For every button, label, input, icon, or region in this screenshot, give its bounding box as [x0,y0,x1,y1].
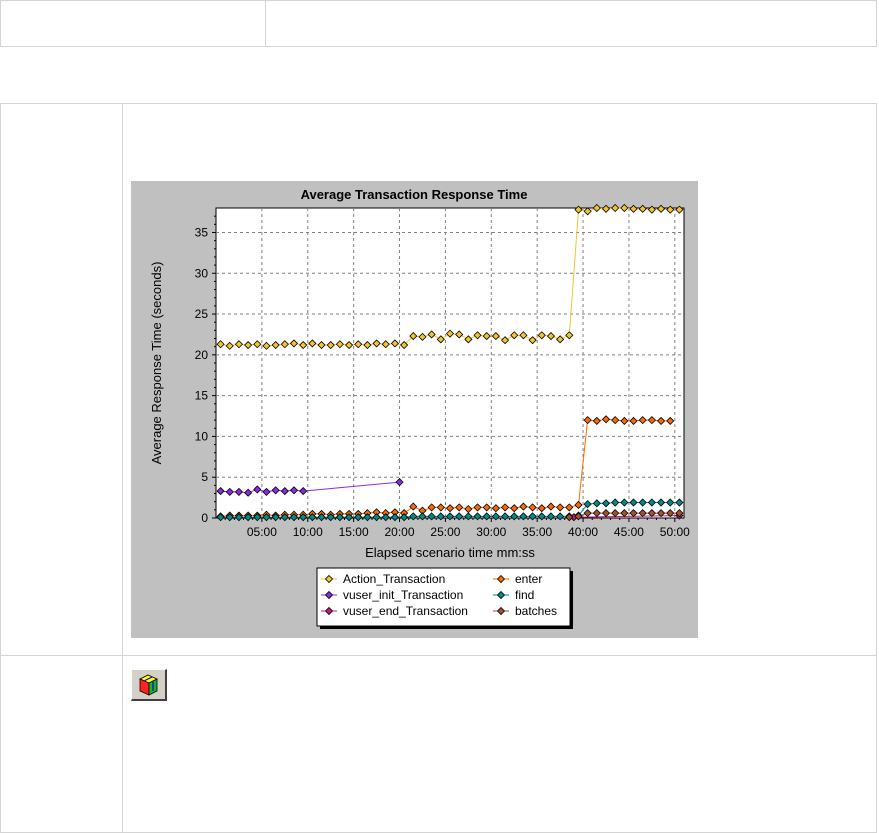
x-tick-label: 30:00 [476,525,506,539]
y-tick-label: 10 [195,429,209,443]
content-table-column-divider [122,104,123,832]
legend-label: batches [515,604,557,618]
y-tick-label: 5 [201,470,208,484]
chart-svg: Average Transaction Response Time 05:00 1… [131,181,698,638]
legend-item: vuser_end_Transaction [321,604,468,618]
x-tick-label: 15:00 [339,525,369,539]
x-tick-label: 50:00 [660,525,690,539]
x-tick-label: 25:00 [430,525,460,539]
toolbar-button[interactable] [131,669,167,701]
header-table [0,0,877,47]
response-time-chart: Average Transaction Response Time 05:00 1… [131,181,698,638]
y-tick-label: 30 [195,266,209,280]
x-tick-label: 10:00 [293,525,323,539]
content-table-row-divider [1,655,876,656]
legend-label: Action_Transaction [343,572,445,586]
chart-title: Average Transaction Response Time [301,187,528,202]
y-tick-label: 35 [195,225,209,239]
y-tick-label: 20 [195,348,209,362]
x-tick-label: 05:00 [247,525,277,539]
y-tick-label: 25 [195,307,209,321]
legend-label: enter [515,572,542,586]
x-tick-label: 40:00 [568,525,598,539]
header-table-divider [265,1,266,46]
plot-area [215,207,685,519]
y-tick-label: 0 [201,511,208,525]
cube-icon [139,674,158,696]
legend: Action_Transaction vuser_init_Transaction… [321,572,557,618]
legend-label: vuser_end_Transaction [343,604,468,618]
legend-label: vuser_init_Transaction [343,588,463,602]
y-tick-label: 15 [195,389,209,403]
x-tick-label: 35:00 [522,525,552,539]
x-tick-label: 20:00 [385,525,415,539]
y-axis-label: Average Response Time (seconds) [149,262,164,465]
x-axis-label: Elapsed scenario time mm:ss [365,545,535,560]
legend-label: find [515,588,534,602]
legend-item: vuser_init_Transaction [321,588,463,602]
x-tick-label: 45:00 [614,525,644,539]
